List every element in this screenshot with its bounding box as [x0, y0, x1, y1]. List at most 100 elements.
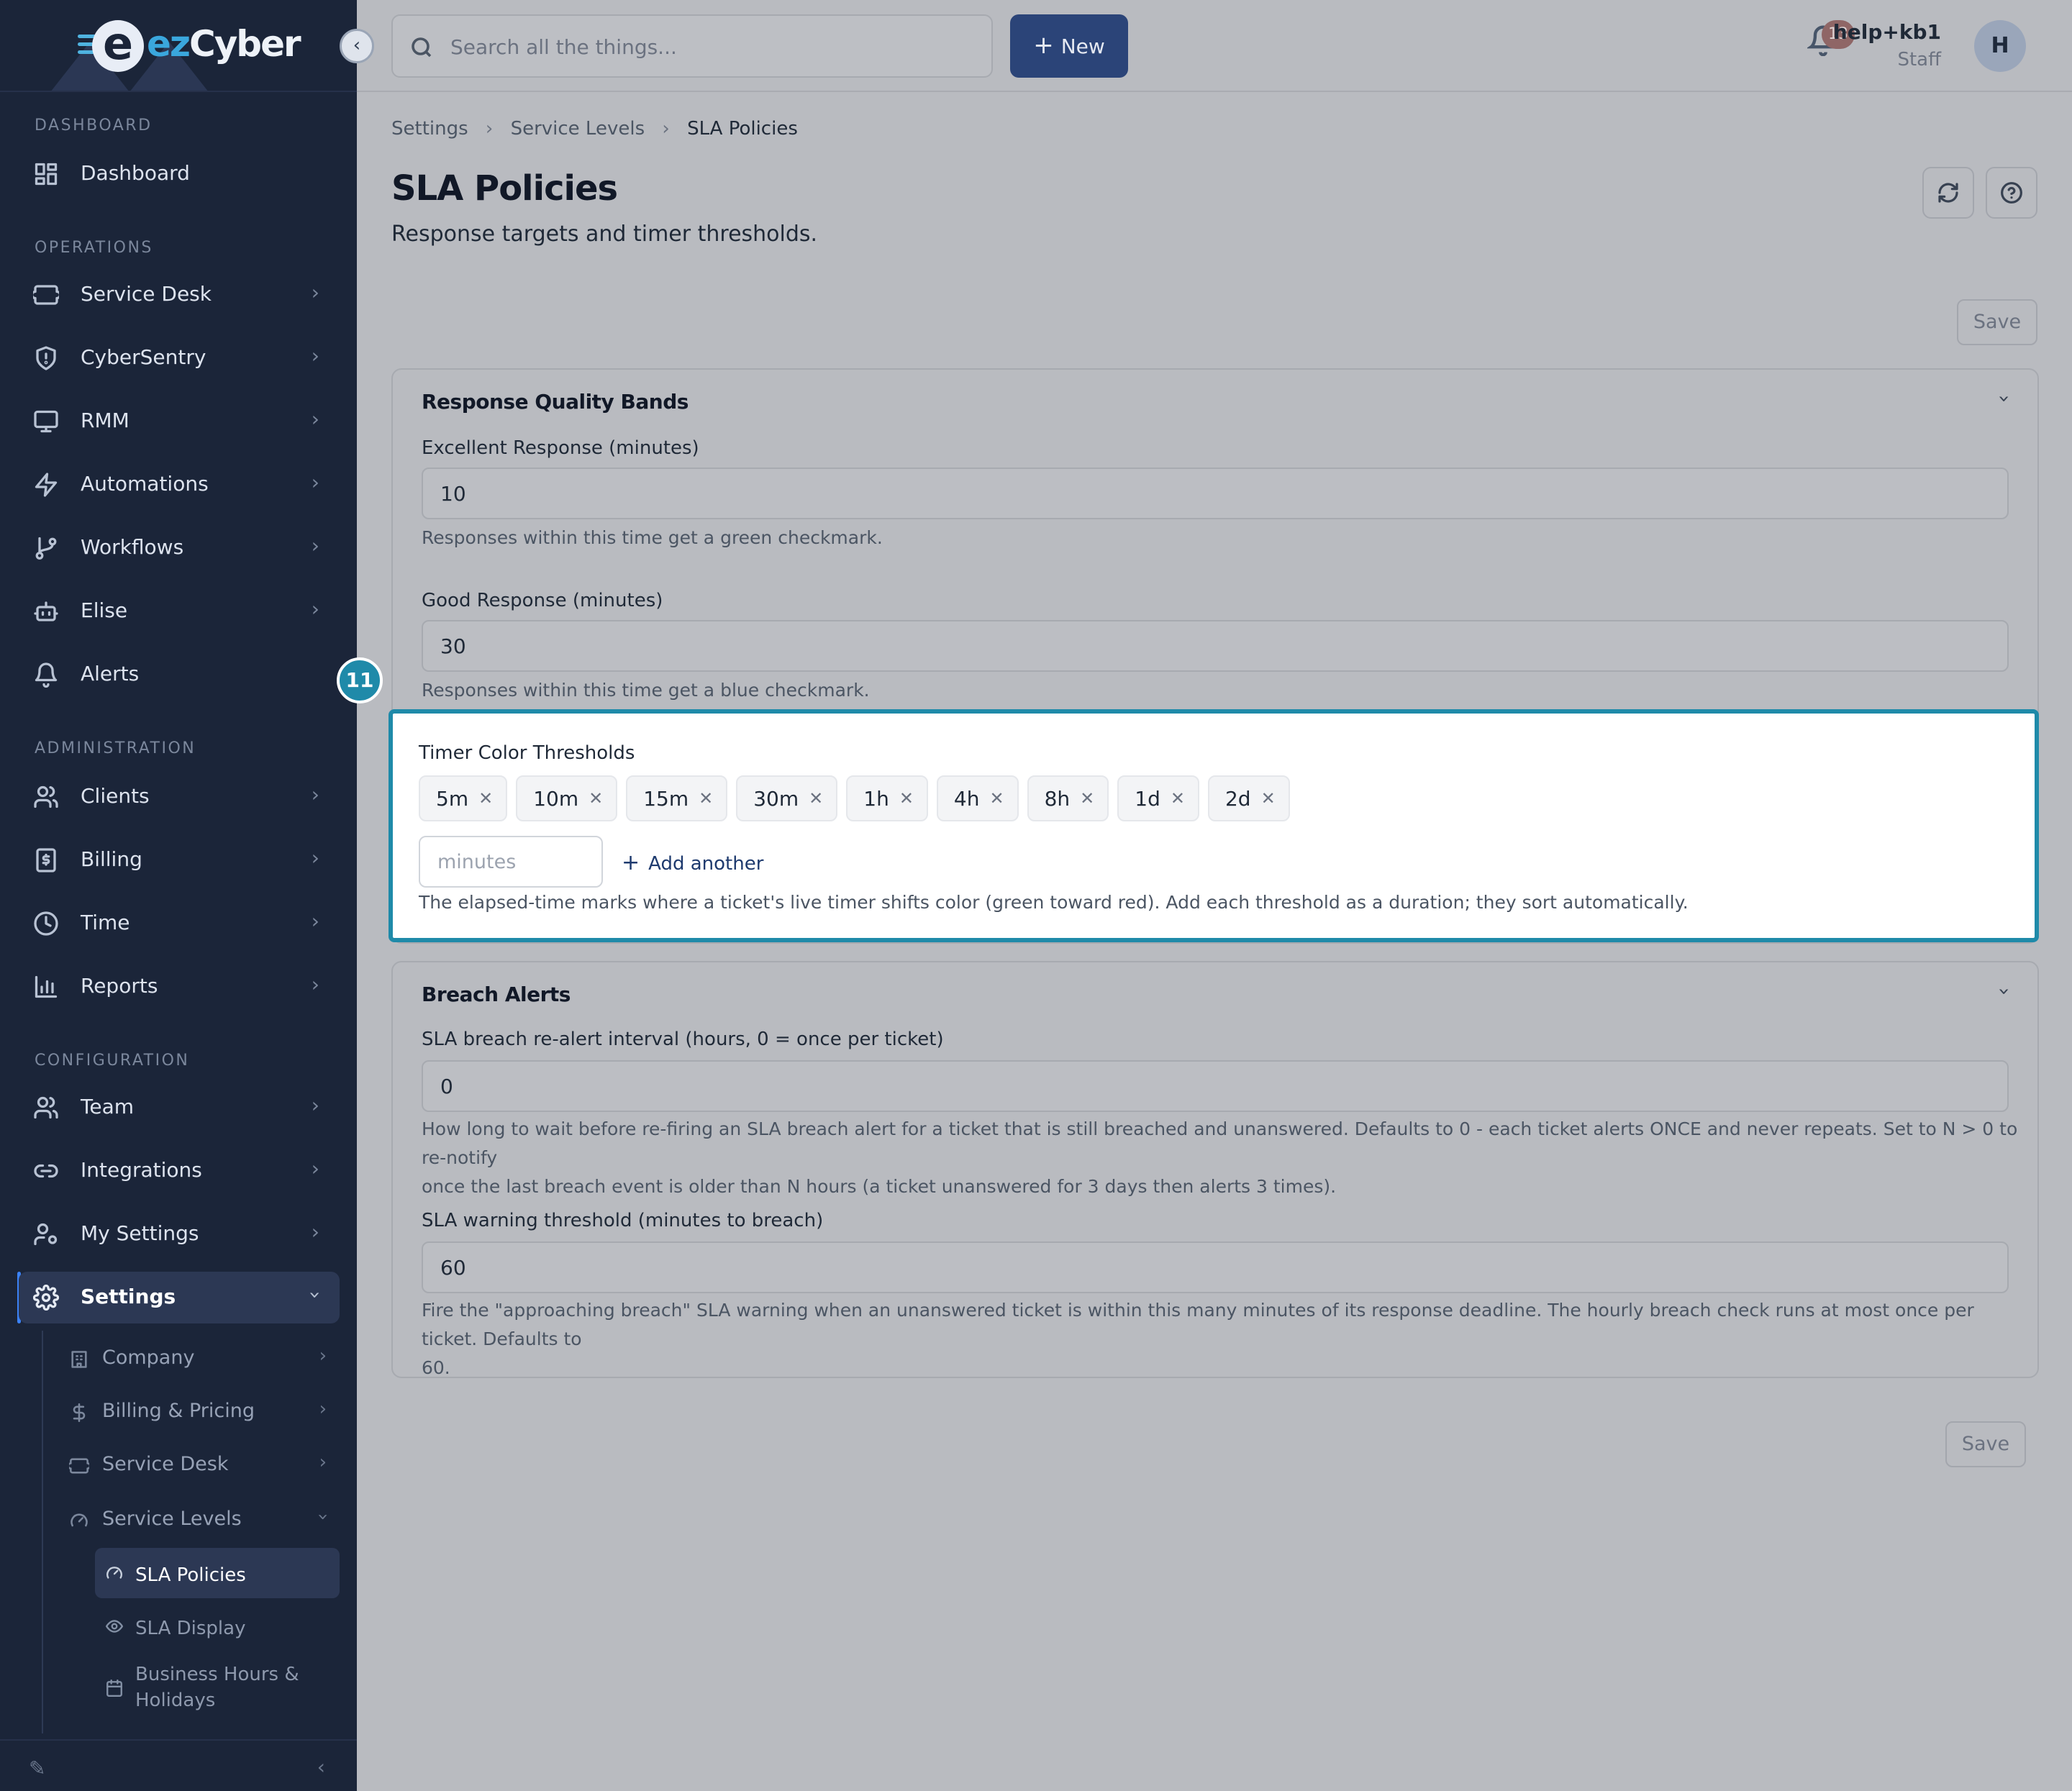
threshold-chip-label: 30m: [753, 786, 799, 811]
chevron-right-icon: ›: [485, 118, 494, 140]
realert-field[interactable]: [422, 1060, 2009, 1112]
section-label-dashboard: DASHBOARD: [35, 117, 153, 135]
minutes-input[interactable]: [420, 837, 601, 886]
chevron-down-icon[interactable]: ›: [1993, 395, 2017, 403]
sidebar-item-alerts[interactable]: Alerts: [19, 649, 340, 701]
excellent-input[interactable]: [423, 469, 2007, 518]
logo-area: e ezCyber: [0, 0, 357, 92]
logo[interactable]: ezCyber: [147, 23, 301, 65]
breadcrumb-service-levels[interactable]: Service Levels: [511, 118, 645, 140]
remove-chip-icon[interactable]: ✕: [1080, 788, 1094, 808]
refresh-button[interactable]: [1922, 167, 1974, 219]
sidebar-subitem-billing-pricing[interactable]: Billing & Pricing ›: [66, 1388, 340, 1434]
sidebar-item-settings[interactable]: Settings ›: [19, 1272, 340, 1323]
remove-chip-icon[interactable]: ✕: [1261, 788, 1276, 808]
remove-chip-icon[interactable]: ✕: [809, 788, 823, 808]
warning-input[interactable]: [423, 1243, 2007, 1292]
clock-icon: [33, 911, 59, 936]
remove-chip-icon[interactable]: ✕: [989, 788, 1004, 808]
remove-chip-icon[interactable]: ✕: [899, 788, 914, 808]
eye-icon: [105, 1617, 124, 1636]
threshold-chip: 8h ✕: [1027, 775, 1109, 821]
remove-chip-icon[interactable]: ✕: [478, 788, 493, 808]
realert-input[interactable]: [423, 1062, 2007, 1111]
chevron-down-icon: ›: [312, 1513, 334, 1521]
sidebar-item-automations[interactable]: Automations ›: [19, 459, 340, 511]
users-icon: [33, 1095, 59, 1121]
sidebar-item-label: Automations: [81, 472, 209, 496]
sidebar-item-team[interactable]: Team ›: [19, 1082, 340, 1134]
sidebar-item-elise[interactable]: Elise ›: [19, 585, 340, 637]
minutes-field[interactable]: [419, 836, 603, 888]
sidebar-subitem-company[interactable]: Company ›: [66, 1335, 340, 1381]
excellent-field[interactable]: [422, 468, 2009, 519]
good-input[interactable]: [423, 621, 2007, 670]
chevron-right-icon: ›: [311, 783, 319, 806]
sidebar-subitem-service-desk[interactable]: Service Desk ›: [66, 1441, 340, 1487]
sidebar-subitem-business-hours[interactable]: Business Hours & Holidays: [95, 1654, 340, 1723]
threshold-chip-label: 8h: [1044, 786, 1071, 811]
chevron-right-icon: ›: [311, 470, 319, 494]
search-icon: [409, 35, 435, 60]
realert-label: SLA breach re-alert interval (hours, 0 =…: [422, 1029, 944, 1050]
breadcrumb: Settings › Service Levels › SLA Policies: [391, 118, 809, 140]
threshold-chip: 5m ✕: [419, 775, 508, 821]
dollar-icon: [69, 1403, 89, 1423]
sidebar-item-integrations[interactable]: Integrations ›: [19, 1145, 340, 1197]
sidebar-item-billing[interactable]: Billing ›: [19, 834, 340, 886]
sidebar-item-reports[interactable]: Reports ›: [19, 961, 340, 1013]
breach-alerts-card: Breach Alerts › SLA breach re-alert inte…: [391, 961, 2039, 1378]
gauge-icon: [105, 1564, 124, 1582]
help-button[interactable]: [1986, 167, 2037, 219]
sidebar-item-cybersentry[interactable]: CyberSentry ›: [19, 332, 340, 384]
sidebar-item-workflows[interactable]: Workflows ›: [19, 522, 340, 574]
new-button[interactable]: + New: [1010, 14, 1128, 78]
user-role: Staff: [1897, 49, 1941, 70]
step-badge: 11: [337, 657, 383, 703]
chevron-right-icon: ›: [311, 1157, 319, 1180]
building-icon: [69, 1349, 89, 1370]
sidebar-subitem-sla-display[interactable]: SLA Display: [95, 1601, 340, 1651]
sidebar-item-time[interactable]: Time ›: [19, 898, 340, 949]
avatar[interactable]: H: [1974, 20, 2026, 72]
search-input[interactable]: [450, 30, 954, 63]
chevron-right-icon: ›: [311, 534, 319, 557]
sidebar-item-clients[interactable]: Clients ›: [19, 771, 340, 823]
good-help: Responses within this time get a blue ch…: [422, 680, 870, 701]
card-title: Response Quality Bands: [422, 390, 689, 414]
chevron-right-icon: ›: [311, 1220, 319, 1244]
sidebar-item-label: Elise: [81, 598, 128, 622]
sidebar-collapse-button[interactable]: ‹: [340, 29, 374, 63]
save-button-bottom[interactable]: Save: [1945, 1421, 2026, 1467]
threshold-chip-label: 2d: [1224, 786, 1251, 811]
sidebar-subitem-service-levels[interactable]: Service Levels ›: [66, 1496, 340, 1542]
user-name[interactable]: help+kb1: [1833, 20, 1941, 44]
sidebar-item-dashboard[interactable]: Dashboard: [19, 148, 340, 200]
user-cog-icon: [33, 1221, 59, 1247]
good-field[interactable]: [422, 620, 2009, 672]
remove-chip-icon[interactable]: ✕: [1171, 788, 1185, 808]
calendar-icon: [105, 1679, 124, 1697]
chevron-right-icon: ›: [319, 1345, 327, 1367]
remove-chip-icon[interactable]: ✕: [699, 788, 713, 808]
breadcrumb-settings[interactable]: Settings: [391, 118, 468, 140]
sidebar-subitem-sla-policies[interactable]: SLA Policies: [95, 1548, 340, 1598]
chevron-right-icon: ›: [311, 597, 319, 621]
chevron-right-icon: ›: [311, 1093, 319, 1117]
save-button-top[interactable]: Save: [1957, 299, 2037, 345]
excellent-help: Responses within this time get a green c…: [422, 527, 883, 548]
page-title: SLA Policies: [391, 168, 618, 209]
search-box[interactable]: [391, 14, 993, 78]
remove-chip-icon[interactable]: ✕: [589, 788, 603, 808]
chevron-right-icon: ›: [319, 1452, 327, 1473]
timer-thresholds-panel: Timer Color Thresholds 5m ✕ 10m ✕ 15m ✕ 30m ✕ 1h…: [388, 709, 2039, 942]
pencil-icon[interactable]: ✎: [29, 1756, 45, 1780]
sidebar-item-label: My Settings: [81, 1221, 199, 1245]
warning-field[interactable]: [422, 1241, 2009, 1293]
sidebar-item-service-desk[interactable]: Service Desk ›: [19, 269, 340, 321]
sidebar-item-my-settings[interactable]: My Settings ›: [19, 1208, 340, 1260]
chevron-down-icon[interactable]: ›: [1993, 988, 2017, 995]
collapse-left-icon[interactable]: ‹: [317, 1755, 325, 1779]
sidebar-item-rmm[interactable]: RMM ›: [19, 396, 340, 447]
add-another-button[interactable]: + Add another: [622, 850, 763, 875]
